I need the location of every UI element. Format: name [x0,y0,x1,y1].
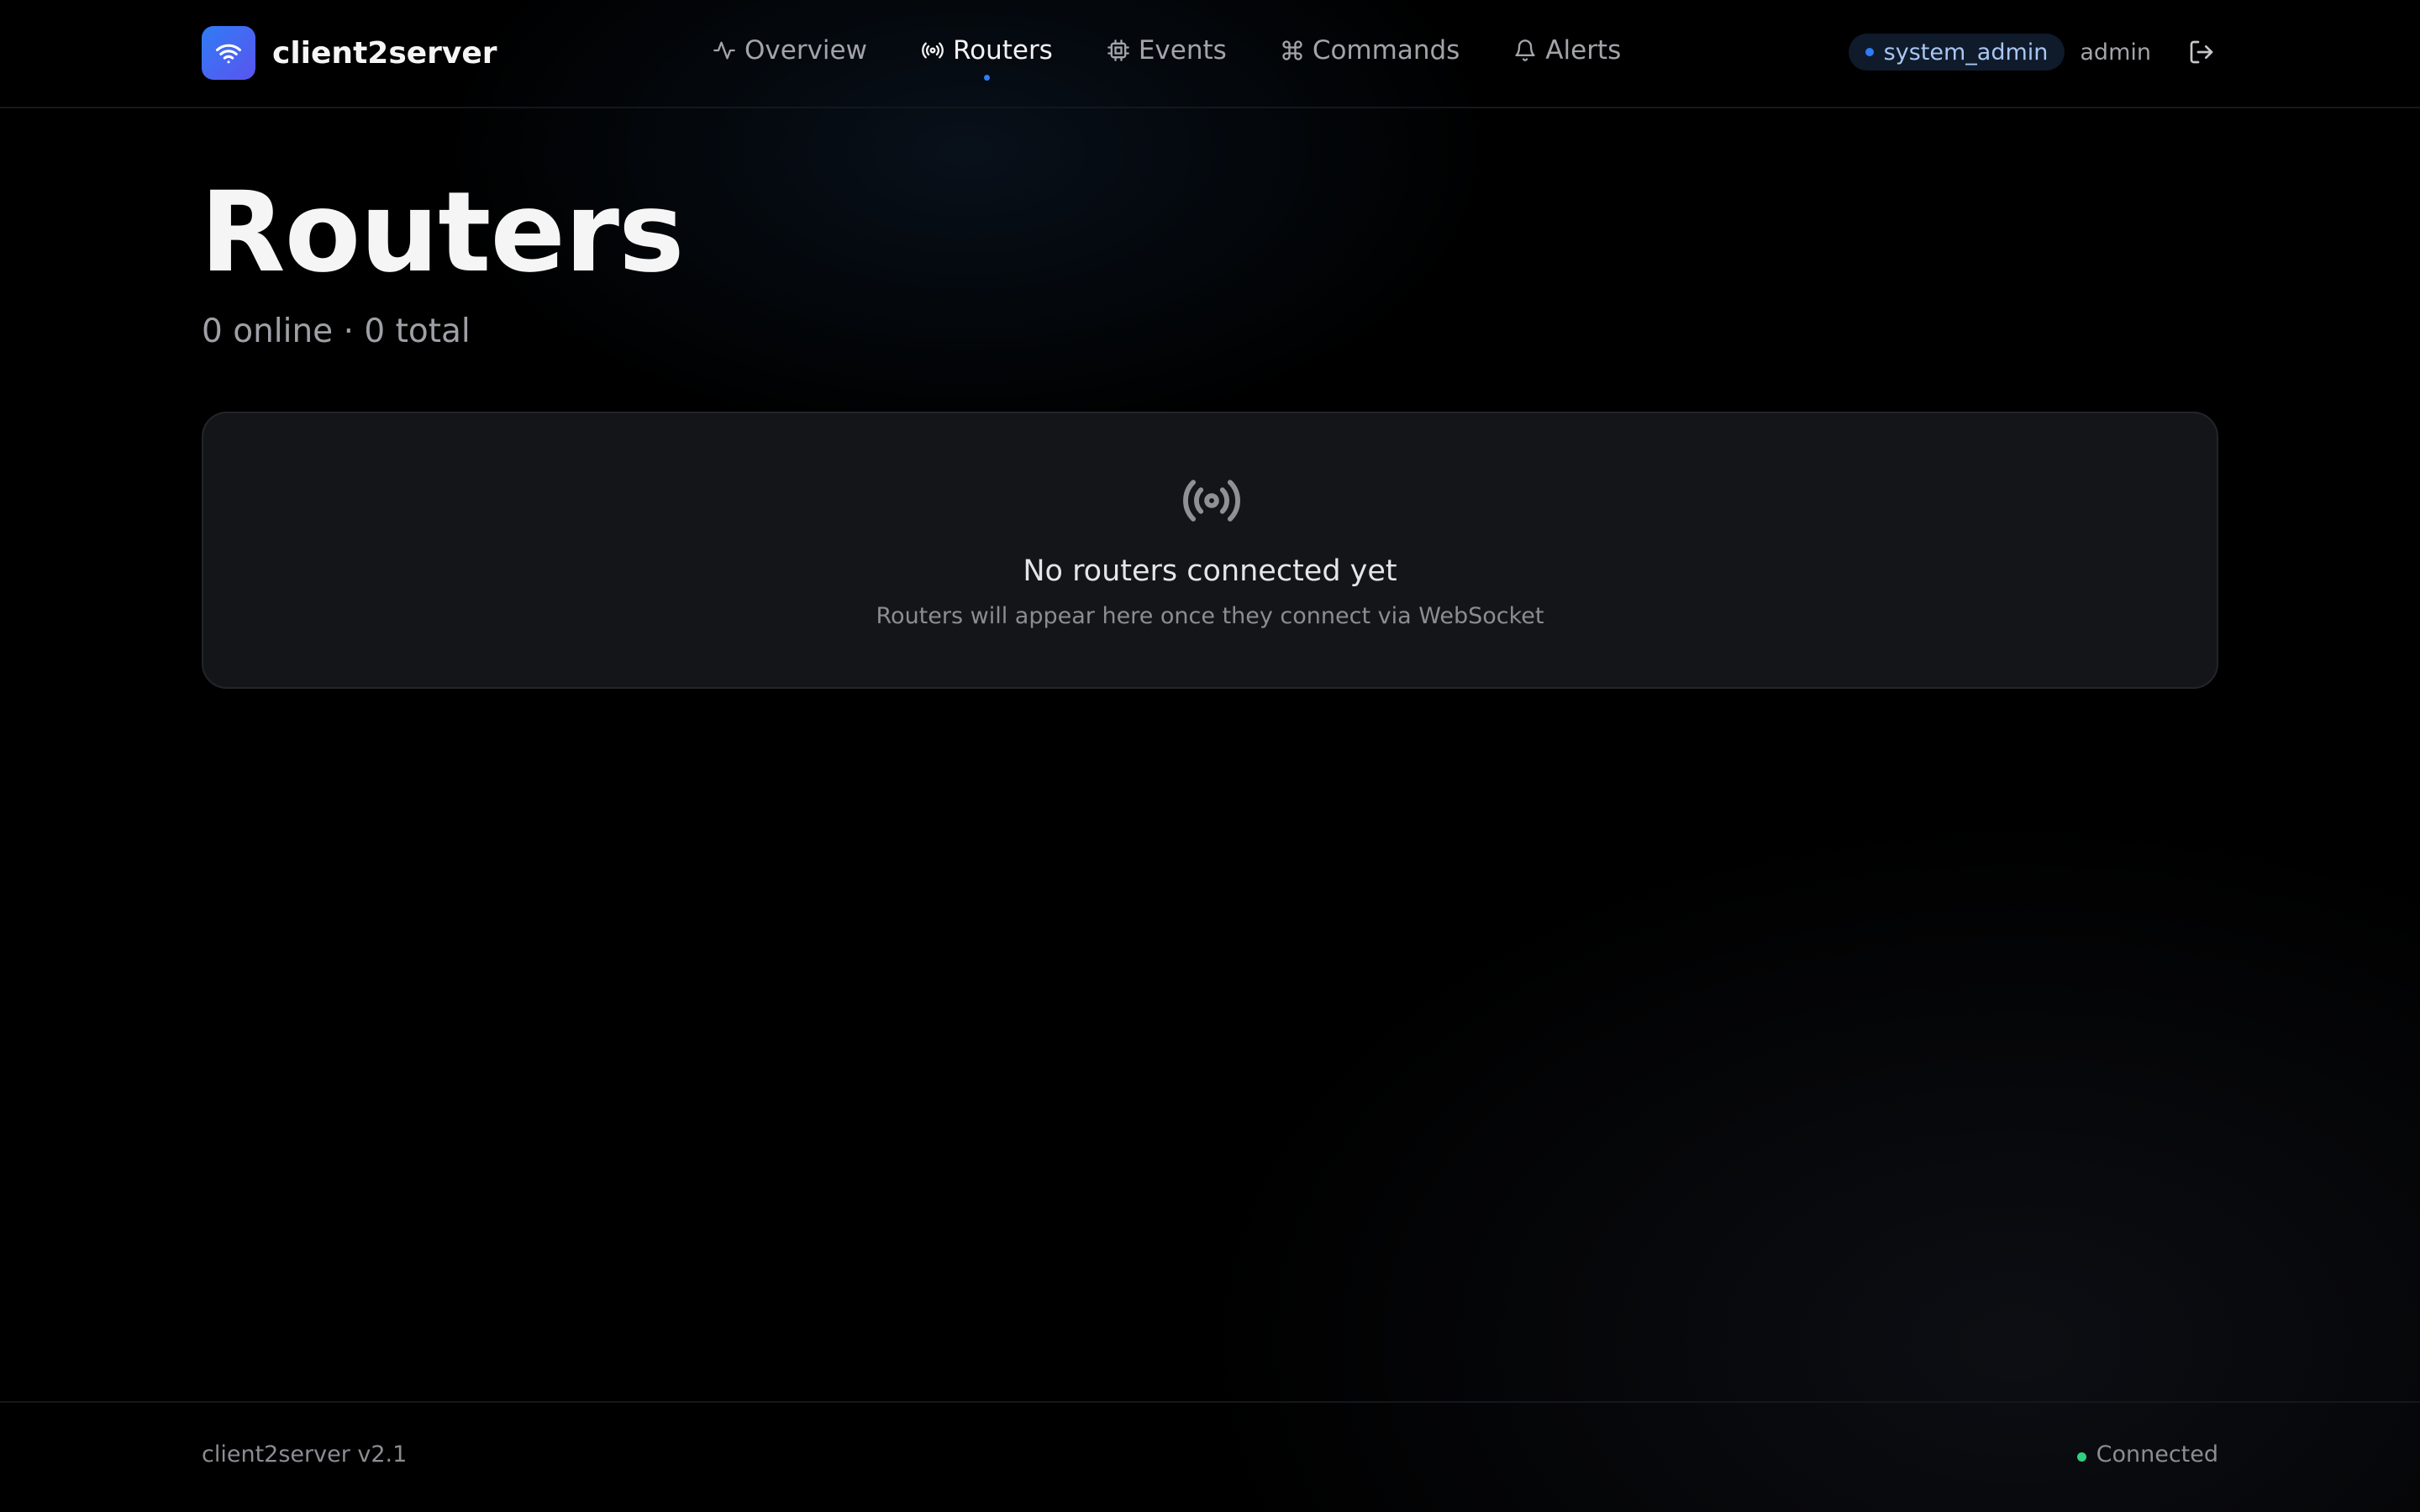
nav-item-commands[interactable]: Commands [1281,25,1460,76]
empty-state-card: No routers connected yet Routers will ap… [202,412,2218,689]
status-dot [2076,1452,2086,1462]
active-indicator [984,75,991,81]
logout-button[interactable] [2185,35,2218,69]
nav-item-events[interactable]: Events [1107,25,1227,76]
brand[interactable]: client2server [202,26,497,80]
role-badge: system_admin [1848,34,2065,71]
user-area: system_admin admin [1848,32,2218,72]
empty-state-description: Routers will appear here once they conne… [876,603,1544,629]
logout-icon [2190,40,2213,64]
user-name: admin [2080,39,2151,66]
activity-icon [713,41,735,60]
connection-status: Connected [2076,1441,2218,1467]
role-dot [1865,48,1874,56]
wifi-icon [202,26,255,80]
top-nav-bar: client2server Overview Routers Events Co… [0,0,2420,108]
nav-item-label: Alerts [1545,35,1622,66]
empty-state-title: No routers connected yet [1023,554,1397,588]
broadcast-icon [922,42,944,59]
command-icon [1282,40,1302,60]
nav-item-routers[interactable]: Routers [921,25,1053,81]
nav-item-alerts[interactable]: Alerts [1513,25,1621,76]
connection-status-label: Connected [2096,1441,2218,1467]
broadcast-icon [1183,480,1240,522]
nav-item-overview[interactable]: Overview [713,25,867,76]
nav-item-label: Events [1138,35,1227,66]
role-label: system_admin [1883,39,2049,66]
nav-item-label: Overview [744,35,867,66]
footer: client2server v2.1 Connected [0,1401,2420,1512]
nav-item-label: Commands [1312,35,1460,66]
nav-item-label: Routers [952,35,1053,66]
brand-name: client2server [272,35,497,71]
app-version: client2server v2.1 [202,1441,408,1467]
bell-icon [1515,39,1535,61]
cpu-icon [1107,39,1129,61]
main-nav: Overview Routers Events Commands Alerts [713,25,1621,81]
page-title: Routers [200,168,685,297]
page-subtitle: 0 online · 0 total [202,312,471,350]
